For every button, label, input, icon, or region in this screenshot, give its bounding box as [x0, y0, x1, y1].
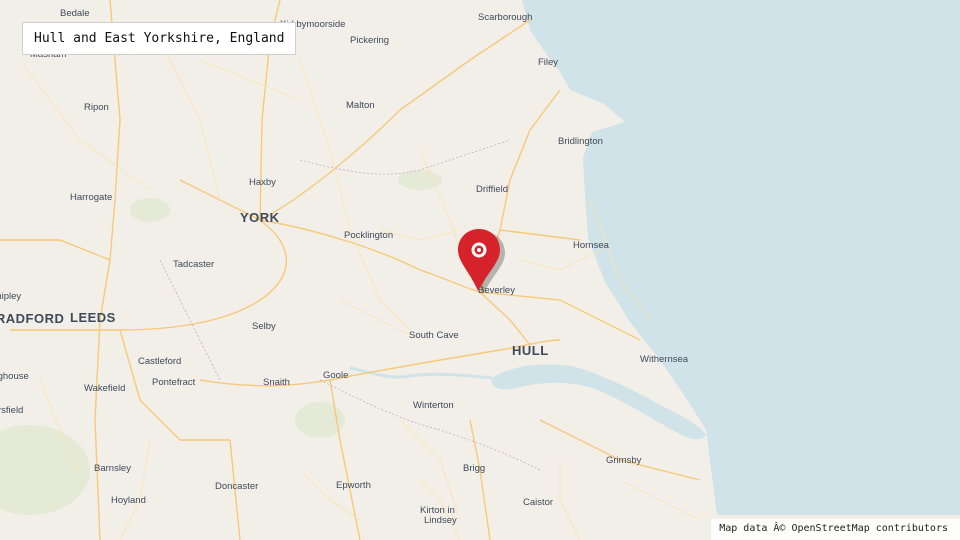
place-bridlington: Bridlington — [558, 136, 603, 147]
place-withernsea: Withernsea — [640, 354, 689, 365]
place-goole: Goole — [323, 370, 348, 381]
place-pocklington: Pocklington — [344, 230, 393, 241]
map-title: Hull and East Yorkshire, England — [22, 22, 297, 55]
place-scarborough: Scarborough — [478, 12, 532, 23]
place-kirton-in-lindsey-line2: Lindsey — [424, 515, 457, 526]
place-tadcaster: Tadcaster — [173, 259, 214, 270]
place-shipley: Shipley — [0, 291, 21, 302]
place-filey: Filey — [538, 57, 558, 68]
place-hoyland: Hoyland — [111, 495, 146, 506]
place-caistor: Caistor — [523, 497, 553, 508]
map-attribution[interactable]: Map data Â© OpenStreetMap contributors — [711, 519, 960, 540]
place-harrogate: Harrogate — [70, 192, 112, 203]
place-hornsea: Hornsea — [573, 240, 610, 251]
place-malton: Malton — [346, 100, 375, 111]
place-winterton: Winterton — [413, 400, 454, 411]
map-canvas[interactable]: Bedale Kirkbymoorside Scarborough Masham… — [0, 0, 960, 540]
place-huddersfield: Huddersfield — [0, 405, 23, 416]
place-pontefract: Pontefract — [152, 377, 196, 388]
place-york: YORK — [240, 210, 280, 225]
place-grimsby: Grimsby — [606, 455, 642, 466]
place-wakefield: Wakefield — [84, 383, 125, 394]
place-brigg: Brigg — [463, 463, 485, 474]
place-hull: HULL — [512, 343, 549, 358]
place-snaith: Snaith — [263, 377, 290, 388]
place-pickering: Pickering — [350, 35, 389, 46]
place-driffield: Driffield — [476, 184, 508, 195]
place-haxby: Haxby — [249, 177, 276, 188]
place-brighouse: Brighouse — [0, 371, 29, 382]
place-selby: Selby — [252, 321, 276, 332]
place-south-cave: South Cave — [409, 330, 459, 341]
place-bradford: BRADFORD — [0, 311, 64, 326]
place-bedale: Bedale — [60, 8, 90, 19]
place-ripon: Ripon — [84, 102, 109, 113]
place-castleford: Castleford — [138, 356, 181, 367]
place-epworth: Epworth — [336, 480, 371, 491]
place-leeds: LEEDS — [70, 310, 116, 325]
place-barnsley: Barnsley — [94, 463, 131, 474]
place-doncaster: Doncaster — [215, 481, 258, 492]
